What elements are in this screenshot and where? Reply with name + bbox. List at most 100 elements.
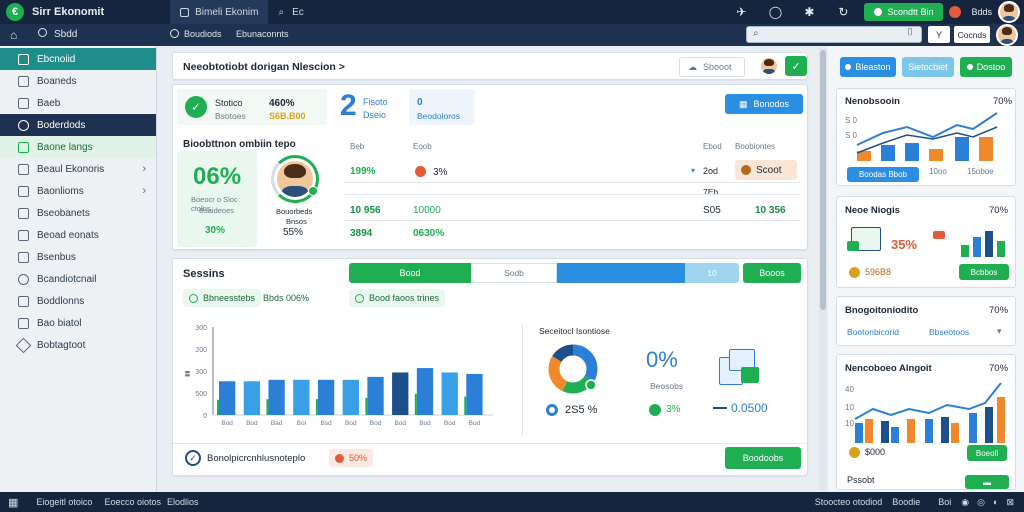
percent-footer: 30% <box>205 225 226 236</box>
search-clear-icon[interactable]: ⌷ <box>907 27 913 38</box>
notification-icon[interactable] <box>949 6 962 18</box>
sidebar-item-5[interactable]: Baone langs <box>0 136 156 158</box>
rp-label: 10oo <box>929 167 947 176</box>
rp-mini-bars <box>961 231 1005 257</box>
bar[interactable] <box>342 379 359 415</box>
table-row[interactable]: 199% 3% ▾ 2od Scoot <box>343 157 801 183</box>
coin-icon <box>849 267 860 278</box>
home-icon[interactable]: ⌂ <box>10 28 17 42</box>
bar-accent <box>365 397 368 415</box>
sidebar-item-10[interactable]: Bsenbus <box>0 246 156 268</box>
table-header-2: Eoob <box>413 142 432 151</box>
breadcrumb-2[interactable]: Ebunaconnts <box>236 29 289 39</box>
table-cell: 2od <box>703 166 719 176</box>
grid-icon[interactable]: ▦ <box>8 496 18 509</box>
account-button[interactable]: Scondtt Bin <box>864 3 944 21</box>
bar[interactable] <box>367 376 384 415</box>
stat-box-4: 0 Beodoloros <box>409 89 475 125</box>
filter-chip-2[interactable]: Bood faoos trines <box>349 289 446 307</box>
table-row[interactable]: 10 956 10000 S05 10 356 <box>343 197 801 221</box>
close-icon[interactable]: ⊠ <box>1006 497 1014 508</box>
bar[interactable] <box>441 372 458 415</box>
user-avatar[interactable] <box>998 1 1020 23</box>
summary-card: ✓ Stotico Bsotoes 460% S6B.B00 2 Fisoto … <box>172 84 808 250</box>
y-axis-marker: ▮▮ <box>185 370 191 377</box>
sidebar-item-9[interactable]: Beoad eonats <box>0 224 156 246</box>
pin-icon[interactable]: ✈ <box>730 1 752 23</box>
percent-caption-2: Bsaideoes <box>199 206 235 215</box>
sidebar-item-2[interactable]: Boaneds <box>0 70 156 92</box>
status-badge[interactable]: Scoot <box>735 160 797 180</box>
table-row[interactable]: 3894 0630% <box>343 223 801 247</box>
footer-button[interactable]: Boodoobs <box>725 447 801 469</box>
avatar-progress-ring <box>271 155 319 203</box>
rp-tab-3[interactable]: Dostoo <box>959 57 1012 77</box>
chevron-down-icon[interactable]: ▾ <box>997 326 1002 337</box>
rp-card-percent: 70% <box>989 205 1009 216</box>
header-action-button[interactable]: ☁ Sbooot <box>679 57 745 77</box>
refresh-icon[interactable]: ↻ <box>832 1 854 23</box>
bar[interactable] <box>243 381 261 415</box>
stat2-value: 460% <box>269 98 295 109</box>
avatar-caption-1: Bouorbeds <box>276 207 313 216</box>
sidebar-item-1[interactable]: Ebcnoiid <box>0 48 156 70</box>
sidebar-item-8[interactable]: Bseobanets <box>0 202 156 224</box>
bar[interactable] <box>416 368 434 415</box>
segment-4[interactable]: 10 <box>685 263 739 283</box>
help-icon[interactable]: ◐ <box>993 497 998 507</box>
search-icon: ⌕ <box>753 28 759 39</box>
header-title: Neeobtotiobt dorigan Nlescion > <box>183 61 345 73</box>
segment-1[interactable]: Bood <box>349 263 471 283</box>
y-tick-label: 300 <box>195 325 207 332</box>
avatar-caption-2: Bnsos <box>286 217 307 226</box>
home-label[interactable]: Sbdd <box>54 29 77 40</box>
settings-icon[interactable]: ◎ <box>977 497 985 508</box>
sessions-action-button[interactable]: Booos <box>743 263 801 283</box>
rp-bottom-button[interactable]: ▬ <box>965 475 1009 489</box>
tab-secondary-label: Ec <box>292 6 304 18</box>
segment-3[interactable] <box>557 263 685 283</box>
rp-tab-1[interactable]: Bleaston <box>840 57 896 77</box>
bar[interactable] <box>317 379 335 415</box>
bar[interactable] <box>466 373 483 415</box>
sidebar-item-6[interactable]: Beaul Ekonoris › <box>0 158 156 180</box>
sidebar-item-13[interactable]: Bao biatol <box>0 312 156 334</box>
breadcrumb-1[interactable]: Boudiods <box>184 29 222 39</box>
search-input[interactable]: ⌕ ⌷ <box>746 26 922 43</box>
bar[interactable] <box>293 379 310 415</box>
header-action-label: Sbooot <box>703 62 732 72</box>
tab-secondary[interactable]: ⌕ Ec <box>268 0 313 24</box>
sidebar-item-12[interactable]: Boddlonns <box>0 290 156 312</box>
segment-label: Sodb <box>504 268 524 278</box>
filter-chip[interactable]: Bbneesstebs <box>183 289 262 307</box>
rp-tab-bar: Bleaston Sietocbiet Dostoo <box>836 52 1016 82</box>
sidebar-item-11[interactable]: Bcandiotcnail <box>0 268 156 290</box>
summary-action-button[interactable]: ▦ Bonodos <box>725 94 803 114</box>
sidebar-item-3[interactable]: Baeb <box>0 92 156 114</box>
dropdown-button[interactable]: Y <box>928 26 950 43</box>
bar[interactable] <box>268 379 285 415</box>
bar[interactable] <box>392 372 409 415</box>
rp-card-button[interactable]: Bcbbos <box>959 264 1009 280</box>
rp-tab-icon <box>845 64 852 70</box>
rp-card-button[interactable]: Boodas Bbob <box>847 167 919 182</box>
secondary-button[interactable]: Cocnds <box>954 26 990 43</box>
sidebar-item-14[interactable]: Bobtagtoot <box>0 334 156 356</box>
profile-avatar[interactable] <box>996 24 1018 46</box>
chat-icon[interactable]: ◯ <box>764 1 786 23</box>
sidebar-item-4[interactable]: Boderdods <box>0 114 156 136</box>
settings-icon[interactable]: ✱ <box>798 1 820 23</box>
header-confirm-button[interactable]: ✓ <box>785 56 807 76</box>
tab-main[interactable]: Bimeli Ekonim <box>170 0 269 24</box>
info-icon[interactable]: ◉ <box>961 497 969 508</box>
rp-card-button[interactable]: Boeoll <box>967 445 1007 461</box>
segment-2[interactable]: Sodb <box>471 263 557 283</box>
header-avatar[interactable] <box>759 56 779 76</box>
status-left-3: Elodlios <box>167 497 199 507</box>
rp-tab-2[interactable]: Sietocbiet <box>901 57 954 77</box>
segment-label: Bood <box>399 268 421 278</box>
scrollbar-thumb[interactable] <box>820 50 826 310</box>
bar[interactable] <box>219 381 236 415</box>
sidebar-item-7[interactable]: Baonlioms › <box>0 180 156 202</box>
status-left-1: Eiogeitl otoico <box>36 497 93 507</box>
